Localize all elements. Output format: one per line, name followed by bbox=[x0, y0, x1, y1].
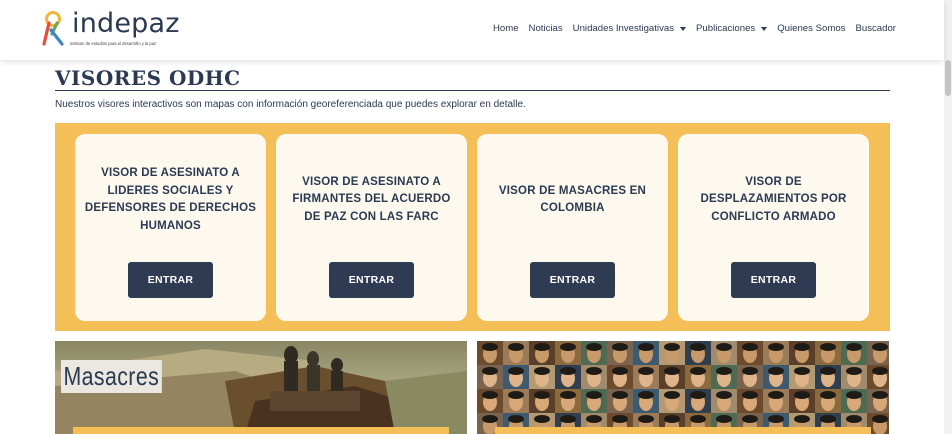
card-visor-desplazamientos: VISOR DE DESPLAZAMIENTOS POR CONFLICTO A… bbox=[678, 134, 869, 321]
entrar-button[interactable]: ENTRAR bbox=[530, 262, 615, 298]
nav-noticias-label: Noticias bbox=[528, 23, 563, 34]
nav-publicaciones[interactable]: Publicaciones bbox=[696, 23, 768, 34]
title-divider bbox=[55, 90, 890, 91]
nav-home-label: Home bbox=[492, 23, 519, 34]
entrar-button[interactable]: ENTRAR bbox=[329, 262, 414, 298]
chevron-down-icon bbox=[761, 26, 768, 31]
card-title: VISOR DE DESPLAZAMIENTOS POR CONFLICTO A… bbox=[700, 175, 847, 223]
nav-quienes-somos[interactable]: Quienes Somos bbox=[777, 23, 845, 34]
card-title: VISOR DE ASESINATO A LIDERES SOCIALES Y … bbox=[84, 167, 257, 232]
site-header: indepaz instituto de estudios para el de… bbox=[0, 0, 944, 60]
nav-unidades-investigativas[interactable]: Unidades Investigativas bbox=[573, 23, 686, 34]
nav-buscador-label: Buscador bbox=[855, 23, 896, 34]
masacres-label: Masacres bbox=[61, 360, 162, 393]
nav-noticias[interactable]: Noticias bbox=[529, 23, 563, 34]
card-title: VISOR DE ASESINATO A FIRMANTES DEL ACUER… bbox=[292, 175, 451, 223]
chevron-down-icon bbox=[680, 26, 686, 31]
nav-publicaciones-label: Publicaciones bbox=[696, 23, 756, 34]
image-caption-band bbox=[495, 427, 871, 434]
logo-wordmark: indepaz bbox=[72, 8, 180, 39]
nav-home[interactable]: Home bbox=[493, 23, 519, 34]
nav-quienes-label: Quienes Somos bbox=[777, 23, 846, 34]
indepaz-logo[interactable]: indepaz instituto de estudios para el de… bbox=[40, 8, 190, 50]
logo-tagline: instituto de estudios para el desarrollo… bbox=[70, 41, 157, 46]
intro-text: Nuestros visores interactivos son mapas … bbox=[55, 99, 526, 110]
masacres-image[interactable]: Masacres bbox=[55, 341, 467, 434]
main-nav: Home Noticias Unidades Investigativas Pu… bbox=[483, 23, 896, 34]
page-scrollbar[interactable] bbox=[944, 0, 952, 434]
entrar-button[interactable]: ENTRAR bbox=[731, 262, 816, 298]
card-title: VISOR DE MASACRES EN COLOMBIA bbox=[498, 184, 647, 215]
ribbon-logo-icon bbox=[42, 11, 64, 46]
faces-collage-image[interactable] bbox=[477, 341, 889, 434]
faces-collage bbox=[477, 341, 889, 434]
card-visor-firmantes: VISOR DE ASESINATO A FIRMANTES DEL ACUER… bbox=[276, 134, 467, 321]
image-caption-band bbox=[73, 427, 449, 434]
nav-buscador[interactable]: Buscador bbox=[855, 23, 896, 34]
nav-unidades-label: Unidades Investigativas bbox=[572, 23, 674, 34]
card-visor-masacres: VISOR DE MASACRES EN COLOMBIA ENTRAR bbox=[477, 134, 668, 321]
page-title: VISORES ODHC bbox=[55, 66, 241, 90]
card-visor-lideres: VISOR DE ASESINATO A LIDERES SOCIALES Y … bbox=[75, 134, 266, 321]
scrollbar-thumb[interactable] bbox=[945, 60, 951, 96]
entrar-button[interactable]: ENTRAR bbox=[128, 262, 213, 298]
